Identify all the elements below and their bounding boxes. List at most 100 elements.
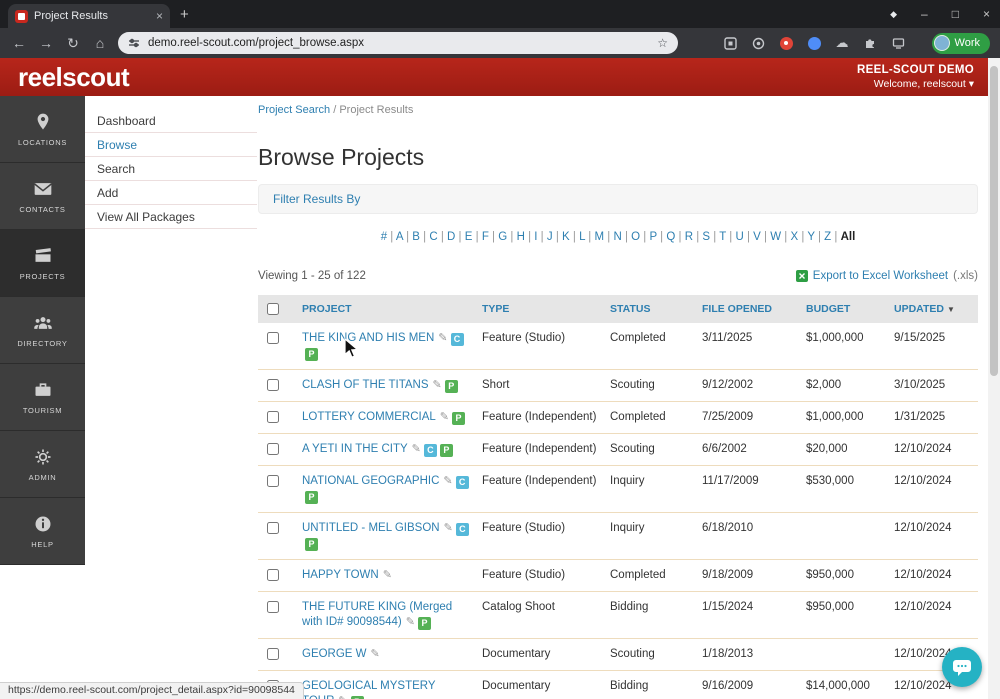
row-checkbox[interactable] bbox=[267, 569, 279, 582]
column-header-status[interactable]: STATUS bbox=[604, 295, 696, 324]
contacts-badge[interactable]: C bbox=[450, 333, 464, 347]
browser-profile-chip[interactable]: Work bbox=[931, 32, 990, 54]
project-link[interactable]: UNTITLED - MEL GIBSON bbox=[302, 522, 440, 534]
row-checkbox[interactable] bbox=[267, 443, 279, 456]
alphabet-link-All[interactable]: All bbox=[841, 231, 856, 243]
edit-pencil-icon[interactable]: ✎ bbox=[338, 695, 347, 699]
sidebar-item-projects[interactable]: PROJECTS bbox=[0, 230, 85, 297]
alphabet-link-O[interactable]: O bbox=[631, 231, 640, 243]
sidebar-item-locations[interactable]: LOCATIONS bbox=[0, 96, 85, 163]
row-checkbox[interactable] bbox=[267, 601, 279, 614]
edit-pencil-icon[interactable]: ✎ bbox=[444, 522, 453, 534]
send-to-device-icon[interactable] bbox=[891, 36, 906, 51]
edit-pencil-icon[interactable]: ✎ bbox=[371, 648, 380, 660]
breadcrumb-link-project-search[interactable]: Project Search bbox=[258, 104, 330, 116]
alphabet-link-B[interactable]: B bbox=[412, 231, 420, 243]
tab-close-icon[interactable]: × bbox=[156, 10, 163, 22]
alphabet-link-K[interactable]: K bbox=[562, 231, 570, 243]
packages-badge[interactable]: P bbox=[444, 380, 458, 394]
project-link[interactable]: HAPPY TOWN bbox=[302, 569, 379, 581]
column-header-budget[interactable]: BUDGET bbox=[800, 295, 888, 324]
filter-results-toggle[interactable]: Filter Results By bbox=[258, 184, 978, 214]
cloud-icon[interactable]: ☁ bbox=[835, 35, 850, 51]
alphabet-link-X[interactable]: X bbox=[790, 231, 798, 243]
edit-pencil-icon[interactable]: ✎ bbox=[412, 443, 421, 455]
alphabet-link-F[interactable]: F bbox=[482, 231, 489, 243]
menu-item-view-all-packages[interactable]: View All Packages bbox=[85, 205, 257, 229]
new-tab-button[interactable]: + bbox=[180, 6, 189, 23]
project-link[interactable]: CLASH OF THE TITANS bbox=[302, 379, 429, 391]
page-scrollbar[interactable] bbox=[988, 58, 1000, 699]
chat-widget-button[interactable] bbox=[942, 647, 982, 687]
alphabet-link-W[interactable]: W bbox=[770, 231, 781, 243]
address-bar[interactable]: demo.reel-scout.com/project_browse.aspx … bbox=[118, 32, 678, 54]
contacts-badge[interactable]: C bbox=[455, 523, 469, 537]
select-all-checkbox[interactable] bbox=[267, 303, 279, 316]
site-settings-icon[interactable] bbox=[128, 37, 140, 49]
column-header-project[interactable]: PROJECT bbox=[296, 295, 476, 324]
project-link[interactable]: LOTTERY COMMERCIAL bbox=[302, 411, 436, 423]
menu-item-search[interactable]: Search bbox=[85, 157, 257, 181]
project-link[interactable]: A YETI IN THE CITY bbox=[302, 443, 408, 455]
sidebar-item-contacts[interactable]: CONTACTS bbox=[0, 163, 85, 230]
puzzle-extensions-icon[interactable] bbox=[863, 36, 878, 51]
column-header-updated[interactable]: UPDATED ▼ bbox=[888, 295, 978, 324]
maximize-button[interactable]: □ bbox=[952, 7, 959, 21]
reload-icon[interactable]: ↻ bbox=[64, 35, 82, 52]
sidebar-item-tourism[interactable]: TOURISM bbox=[0, 364, 85, 431]
packages-badge[interactable]: P bbox=[305, 491, 318, 505]
edit-pencil-icon[interactable]: ✎ bbox=[406, 616, 415, 628]
minimize-button[interactable]: – bbox=[921, 7, 928, 21]
column-header-file-opened[interactable]: FILE OPENED bbox=[696, 295, 800, 324]
export-excel-link[interactable]: Export to Excel Worksheet (.xls) bbox=[795, 270, 978, 282]
contacts-badge[interactable]: C bbox=[455, 476, 469, 490]
bookmark-star-icon[interactable]: ☆ bbox=[657, 36, 668, 50]
project-link[interactable]: GEOLOGICAL MYSTERY TOUR bbox=[302, 680, 435, 699]
alphabet-link-G[interactable]: G bbox=[498, 231, 507, 243]
red-badge-extension-icon[interactable] bbox=[779, 36, 794, 51]
welcome-dropdown[interactable]: Welcome, reelscout ▾ bbox=[857, 78, 974, 90]
edit-pencil-icon[interactable]: ✎ bbox=[438, 332, 447, 344]
alphabet-link-U[interactable]: U bbox=[735, 231, 743, 243]
grid-extension-icon[interactable] bbox=[723, 36, 738, 51]
packages-badge[interactable]: P bbox=[305, 348, 318, 362]
scrollbar-thumb[interactable] bbox=[990, 66, 998, 376]
alphabet-link-C[interactable]: C bbox=[429, 231, 437, 243]
sidebar-item-directory[interactable]: DIRECTORY bbox=[0, 297, 85, 364]
sidebar-item-help[interactable]: HELP bbox=[0, 498, 85, 565]
edit-pencil-icon[interactable]: ✎ bbox=[383, 569, 392, 581]
menu-item-dashboard[interactable]: Dashboard bbox=[85, 109, 257, 133]
edit-pencil-icon[interactable]: ✎ bbox=[443, 475, 452, 487]
menu-item-browse[interactable]: Browse bbox=[85, 133, 257, 157]
row-checkbox[interactable] bbox=[267, 332, 279, 345]
home-icon[interactable]: ⌂ bbox=[91, 35, 109, 51]
packages-badge[interactable]: P bbox=[305, 538, 318, 552]
packages-badge[interactable]: P bbox=[452, 412, 465, 426]
project-link[interactable]: GEORGE W bbox=[302, 648, 367, 660]
alphabet-link-S[interactable]: S bbox=[702, 231, 710, 243]
packages-badge[interactable]: P bbox=[417, 617, 431, 631]
back-icon[interactable]: ← bbox=[10, 35, 28, 51]
row-checkbox[interactable] bbox=[267, 522, 279, 535]
row-checkbox[interactable] bbox=[267, 379, 279, 392]
row-checkbox[interactable] bbox=[267, 475, 279, 488]
target-extension-icon[interactable] bbox=[751, 36, 766, 51]
browser-tab[interactable]: Project Results × bbox=[8, 4, 170, 28]
alphabet-link-Y[interactable]: Y bbox=[807, 231, 814, 243]
alphabet-link-V[interactable]: V bbox=[753, 231, 761, 243]
forward-icon[interactable]: → bbox=[37, 35, 55, 51]
packages-badge[interactable]: P bbox=[439, 444, 453, 458]
project-link[interactable]: THE KING AND HIS MEN bbox=[302, 332, 434, 344]
sparkle-icon[interactable]: ◆ bbox=[890, 9, 897, 20]
row-checkbox[interactable] bbox=[267, 648, 279, 661]
alphabet-link-N[interactable]: N bbox=[613, 231, 621, 243]
reelscout-logo[interactable]: reelscout bbox=[18, 62, 130, 93]
alphabet-link-M[interactable]: M bbox=[594, 231, 604, 243]
menu-item-add[interactable]: Add bbox=[85, 181, 257, 205]
row-checkbox[interactable] bbox=[267, 411, 279, 424]
blue-badge-extension-icon[interactable] bbox=[807, 36, 822, 51]
edit-pencil-icon[interactable]: ✎ bbox=[440, 411, 449, 423]
column-header-type[interactable]: TYPE bbox=[476, 295, 604, 324]
alphabet-link-R[interactable]: R bbox=[685, 231, 693, 243]
alphabet-link-H[interactable]: H bbox=[517, 231, 525, 243]
